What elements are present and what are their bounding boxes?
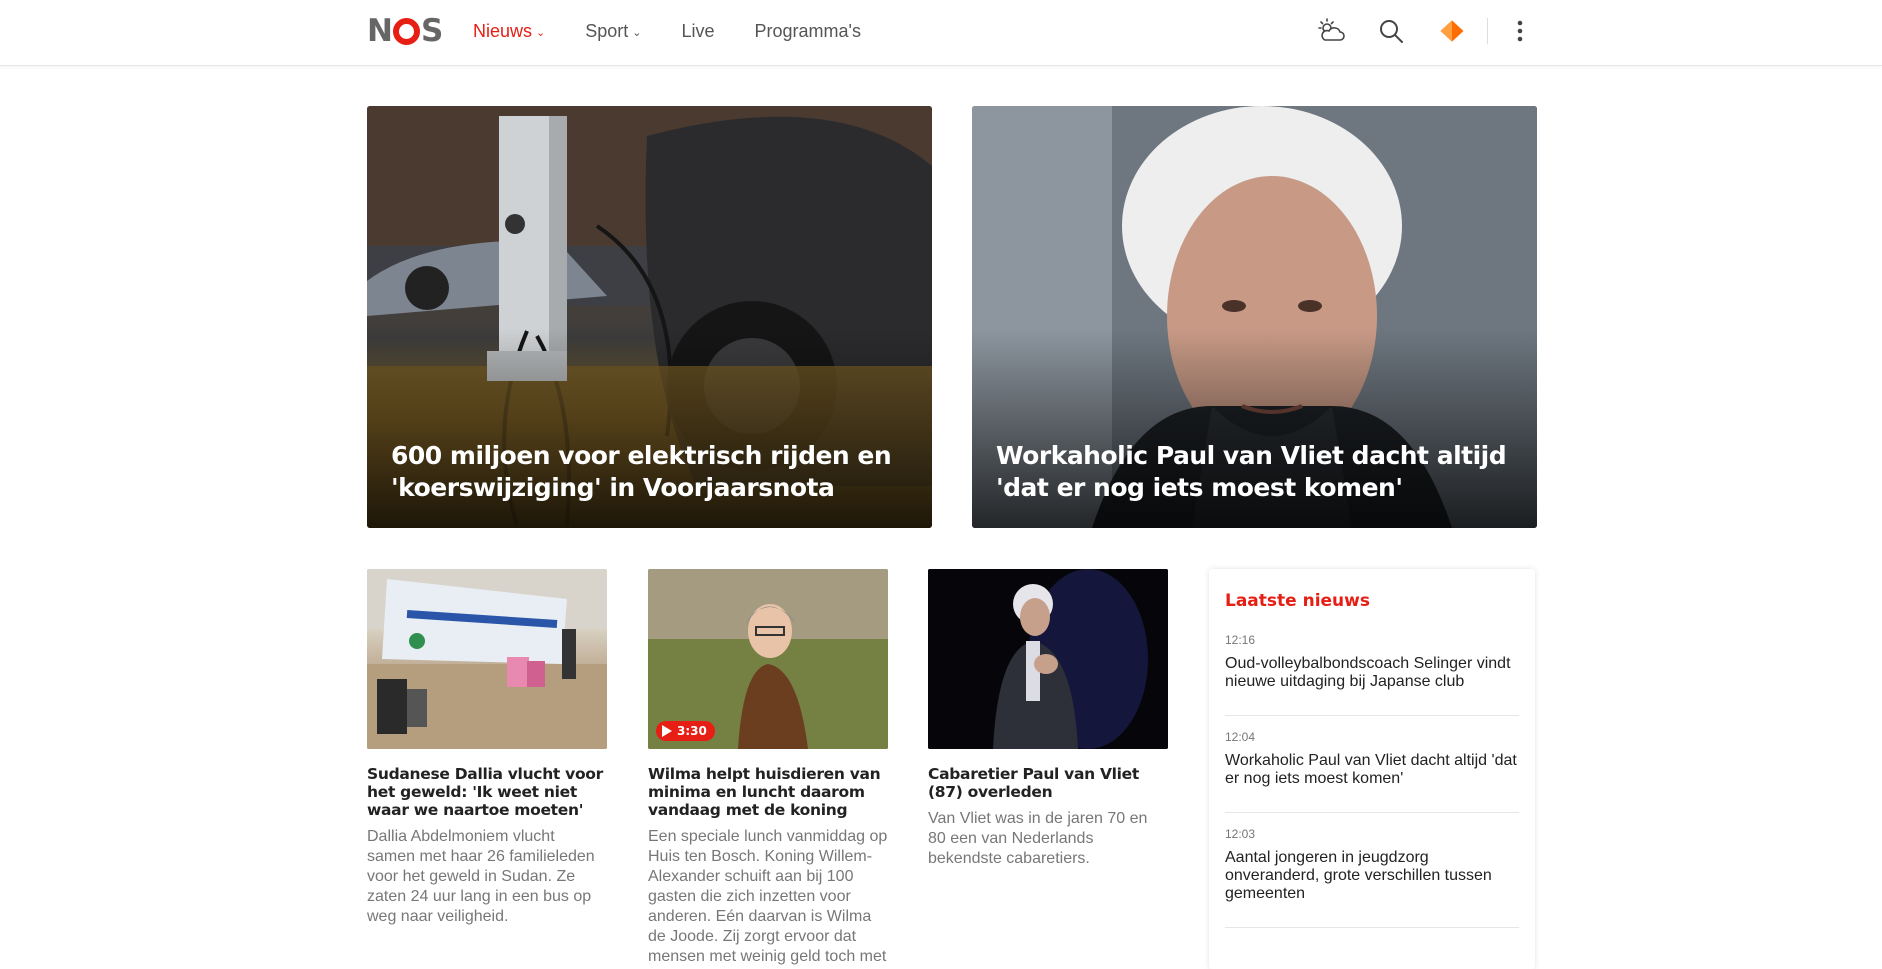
weather-icon xyxy=(1318,18,1345,41)
nav-label: Programma's xyxy=(754,20,861,41)
article-title: Wilma helpt huisdieren van minima en lun… xyxy=(648,765,881,819)
weather-button[interactable] xyxy=(1316,16,1346,46)
article-title: Cabaretier Paul van Vliet (87) overleden xyxy=(928,765,1140,801)
nav-item-nieuws[interactable]: Nieuws ⌄ xyxy=(473,21,545,42)
news-headline: Aantal jongeren in jeugdzorg onveranderd… xyxy=(1225,849,1492,902)
article-title: Sudanese Dallia vlucht voor het geweld: … xyxy=(367,765,603,819)
nos-logo[interactable]: NS xyxy=(367,13,443,49)
nav-item-programmas[interactable]: Programma's xyxy=(755,21,861,42)
news-time: 12:04 xyxy=(1225,730,1256,744)
logo-s: S xyxy=(420,13,443,49)
article-thumbnail xyxy=(367,569,607,749)
hero-title: 600 miljoen voor elektrisch rijden en 'k… xyxy=(391,441,892,502)
news-time: 12:03 xyxy=(1225,827,1256,841)
latest-news-panel: Laatste nieuws 12:16 Oud-volleybalbondsc… xyxy=(1209,569,1535,969)
news-headline: Oud-volleybalbondscoach Selinger vindt n… xyxy=(1225,655,1511,690)
article-card-wilma[interactable]: 3:30 Wilma helpt huisdieren van minima e… xyxy=(648,569,888,967)
latest-news-item[interactable]: 12:16 Oud-volleybalbondscoach Selinger v… xyxy=(1225,633,1519,716)
article-card-sudan[interactable]: Sudanese Dallia vlucht voor het geweld: … xyxy=(367,569,607,927)
latest-news-item[interactable]: 12:03 Aantal jongeren in jeugdzorg onver… xyxy=(1225,813,1519,928)
latest-news-heading: Laatste nieuws xyxy=(1225,591,1370,611)
npo-start-icon xyxy=(1440,20,1464,42)
article-summary: Van Vliet was in de jaren 70 en 80 een v… xyxy=(928,810,1148,867)
news-time: 12:16 xyxy=(1225,633,1256,647)
main-nav: Nieuws ⌄ Sport ⌄ Live Programma's xyxy=(473,0,901,62)
article-thumbnail: 3:30 xyxy=(648,569,888,749)
hero-article-ev[interactable]: 600 miljoen voor elektrisch rijden en 'k… xyxy=(367,106,932,528)
header-divider xyxy=(1487,18,1488,44)
nav-label: Live xyxy=(681,20,715,41)
video-duration: 3:30 xyxy=(677,724,707,738)
article-thumbnail xyxy=(928,569,1168,749)
article-summary: Een speciale lunch vanmiddag op Huis ten… xyxy=(648,828,888,965)
nav-item-sport[interactable]: Sport ⌄ xyxy=(585,21,641,42)
logo-n: N xyxy=(367,13,393,49)
chevron-down-icon: ⌄ xyxy=(632,27,642,39)
nav-item-live[interactable]: Live xyxy=(682,21,715,42)
logo-o xyxy=(392,17,420,45)
search-button[interactable] xyxy=(1376,16,1406,46)
nav-label: Nieuws xyxy=(473,20,533,41)
npo-start-button[interactable] xyxy=(1437,16,1467,46)
bus-illustration xyxy=(367,569,607,749)
more-menu-button[interactable] xyxy=(1505,16,1535,46)
news-headline: Workaholic Paul van Vliet dacht altijd '… xyxy=(1225,752,1517,787)
play-icon xyxy=(662,725,672,737)
more-menu-icon xyxy=(1517,20,1523,42)
chevron-down-icon: ⌄ xyxy=(536,27,546,39)
video-duration-badge: 3:30 xyxy=(656,721,715,741)
article-card-paul-van-vliet[interactable]: Cabaretier Paul van Vliet (87) overleden… xyxy=(928,569,1168,869)
article-summary: Dallia Abdelmoniem vlucht samen met haar… xyxy=(367,828,595,925)
hero-title: Workaholic Paul van Vliet dacht altijd '… xyxy=(996,441,1507,502)
latest-news-item[interactable]: 12:04 Workaholic Paul van Vliet dacht al… xyxy=(1225,716,1519,813)
site-header: NS Nieuws ⌄ Sport ⌄ Live Programma's xyxy=(0,0,1882,66)
hero-article-paul-van-vliet[interactable]: Workaholic Paul van Vliet dacht altijd '… xyxy=(972,106,1537,528)
performer-illustration xyxy=(928,569,1168,749)
nav-label: Sport xyxy=(585,20,629,41)
search-icon xyxy=(1380,20,1403,43)
